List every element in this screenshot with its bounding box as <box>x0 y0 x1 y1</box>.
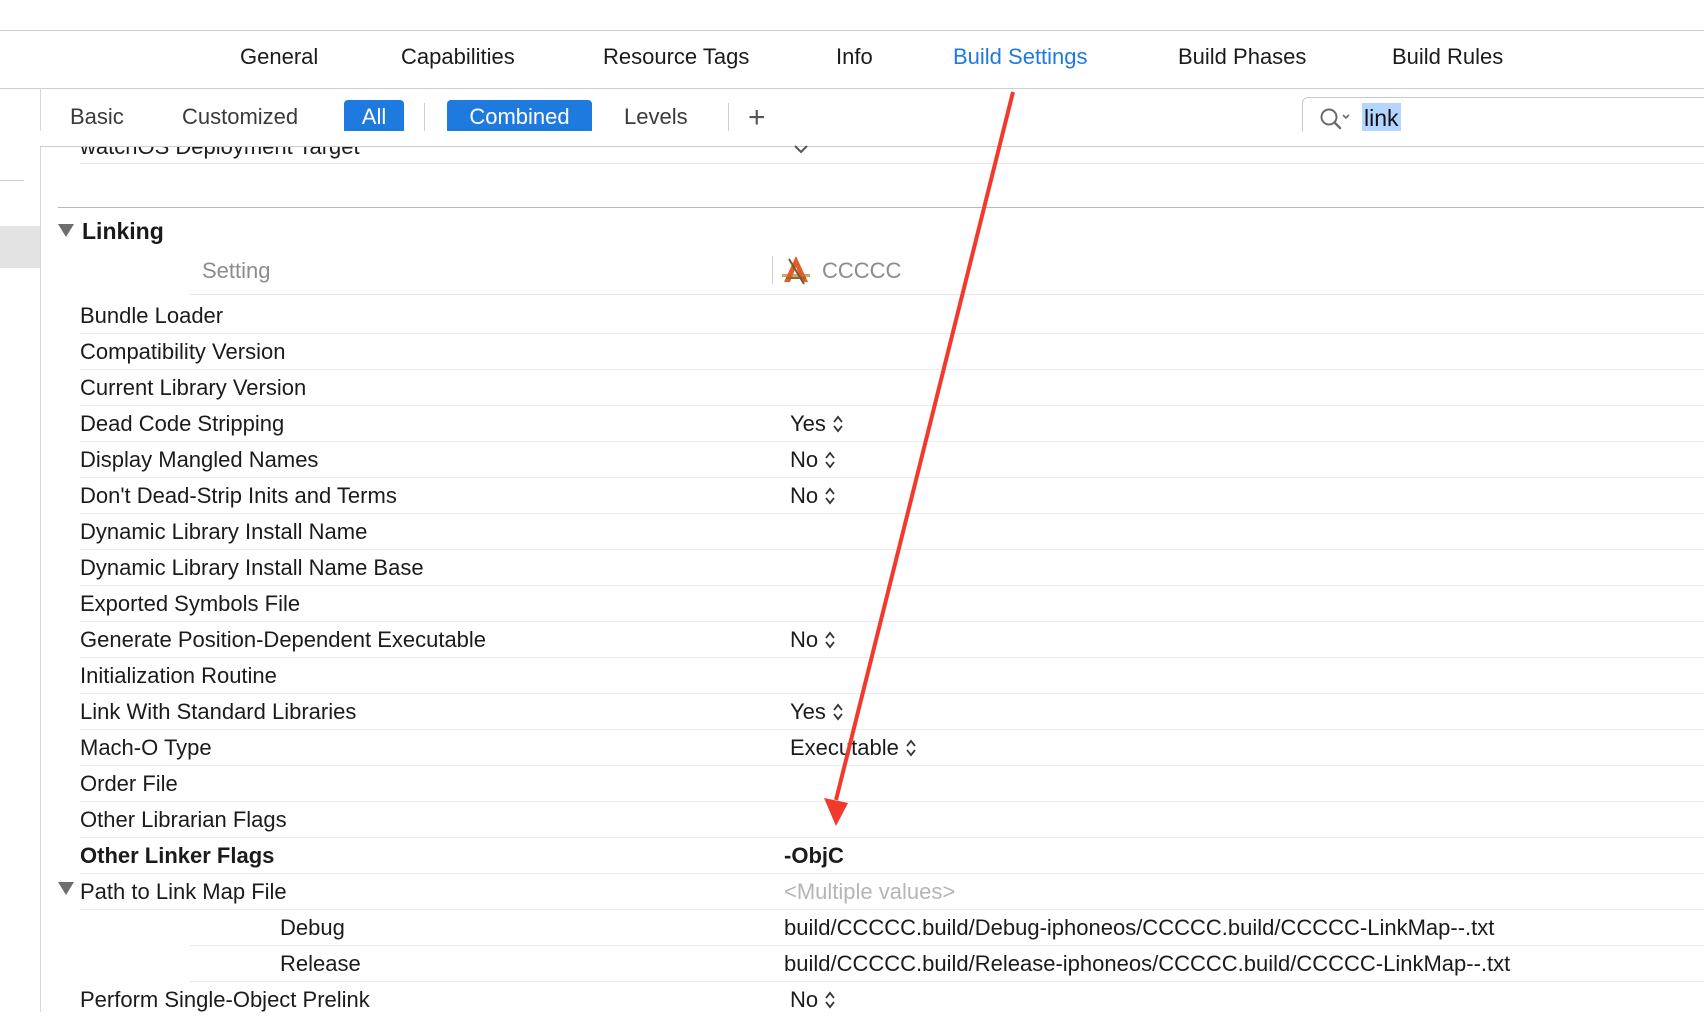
divider <box>728 103 729 133</box>
stepper-icon[interactable] <box>824 450 836 470</box>
divider <box>0 180 24 181</box>
setting-name: Other Linker Flags <box>80 843 275 868</box>
setting-value[interactable]: -ObjC <box>784 843 844 869</box>
stepper-icon[interactable] <box>824 630 836 650</box>
disclosure-triangle-icon[interactable] <box>58 882 74 896</box>
tab-general[interactable]: General <box>240 44 318 70</box>
setting-row[interactable]: Compatibility Version <box>80 333 1704 370</box>
window-top-area <box>0 0 1704 30</box>
setting-name: Compatibility Version <box>80 339 286 364</box>
setting-row[interactable]: Order File <box>80 765 1704 802</box>
setting-value[interactable]: Yes <box>790 699 844 725</box>
setting-row-highlighted[interactable]: Other Linker Flags -ObjC <box>80 837 1704 874</box>
setting-value[interactable]: No <box>790 483 836 509</box>
section-divider <box>58 207 1704 208</box>
stepper-icon[interactable] <box>832 702 844 722</box>
divider <box>190 294 1704 295</box>
tab-build-phases[interactable]: Build Phases <box>1178 44 1306 70</box>
setting-row[interactable]: Current Library Version <box>80 369 1704 406</box>
column-header-target: CCCCC <box>822 258 902 283</box>
tab-build-settings[interactable]: Build Settings <box>953 44 1088 70</box>
filter-combined-button[interactable]: Combined <box>447 100 592 134</box>
divider <box>40 146 1704 147</box>
setting-name: Bundle Loader <box>80 303 224 328</box>
tab-info[interactable]: Info <box>836 44 873 70</box>
setting-row[interactable]: Link With Standard Libraries Yes <box>80 693 1704 730</box>
app-target-icon <box>782 256 810 285</box>
setting-value[interactable]: build/CCCCC.build/Release-iphoneos/CCCCC… <box>784 951 1510 977</box>
setting-value[interactable]: Yes <box>790 411 844 437</box>
setting-name: Dynamic Library Install Name Base <box>80 555 424 580</box>
tab-build-rules[interactable]: Build Rules <box>1392 44 1503 70</box>
setting-name: Exported Symbols File <box>80 591 301 616</box>
setting-name: Other Librarian Flags <box>80 807 287 832</box>
setting-row[interactable]: Dynamic Library Install Name <box>80 513 1704 550</box>
setting-value[interactable]: <Multiple values> <box>784 879 955 905</box>
value-text: Executable <box>790 735 899 760</box>
value-text: No <box>790 987 819 1012</box>
stepper-icon[interactable] <box>824 990 836 1010</box>
setting-name: Generate Position-Dependent Executable <box>80 627 487 652</box>
value-text: No <box>790 483 819 508</box>
scroll-clip <box>0 131 1704 147</box>
setting-subrow[interactable]: Release build/CCCCC.build/Release-iphone… <box>190 945 1704 982</box>
filter-customized-button[interactable]: Customized <box>182 100 298 134</box>
setting-row[interactable]: Other Librarian Flags <box>80 801 1704 838</box>
setting-name: Dynamic Library Install Name <box>80 519 368 544</box>
divider <box>0 88 1704 89</box>
setting-row[interactable]: Don't Dead-Strip Inits and Terms No <box>80 477 1704 514</box>
filter-all-button[interactable]: All <box>344 100 404 134</box>
setting-row[interactable]: Initialization Routine <box>80 657 1704 694</box>
setting-row[interactable]: Bundle Loader <box>80 297 1704 334</box>
setting-row[interactable]: Generate Position-Dependent Executable N… <box>80 621 1704 658</box>
setting-row[interactable]: Path to Link Map File <Multiple values> <box>80 873 1704 910</box>
setting-value[interactable]: build/CCCCC.build/Debug-iphoneos/CCCCC.b… <box>784 915 1494 941</box>
setting-value[interactable]: Executable <box>790 735 917 761</box>
setting-name: Mach-O Type <box>80 735 212 760</box>
search-input[interactable]: link <box>1362 103 1401 133</box>
setting-value[interactable]: No <box>790 447 836 473</box>
setting-name: Path to Link Map File <box>80 879 287 904</box>
setting-value[interactable]: No <box>790 627 836 653</box>
filter-basic-button[interactable]: Basic <box>70 100 124 134</box>
sidebar-selected-target[interactable] <box>0 226 40 268</box>
value-text: Yes <box>790 411 826 436</box>
setting-row[interactable]: Dynamic Library Install Name Base <box>80 549 1704 586</box>
section-title: Linking <box>82 218 164 244</box>
setting-name: Link With Standard Libraries <box>80 699 357 724</box>
configuration-name: Debug <box>280 915 345 940</box>
setting-row[interactable]: Exported Symbols File <box>80 585 1704 622</box>
value-text: No <box>790 447 819 472</box>
stepper-icon[interactable] <box>824 486 836 506</box>
stepper-icon[interactable] <box>832 414 844 434</box>
setting-name: Don't Dead-Strip Inits and Terms <box>80 483 397 508</box>
divider <box>80 163 1704 164</box>
divider <box>0 30 1704 31</box>
setting-name: Dead Code Stripping <box>80 411 285 436</box>
tab-resource-tags[interactable]: Resource Tags <box>603 44 749 70</box>
setting-name: Perform Single-Object Prelink <box>80 987 370 1012</box>
setting-name: Display Mangled Names <box>80 447 319 472</box>
value-text: Yes <box>790 699 826 724</box>
divider <box>424 103 425 133</box>
column-separator <box>772 256 773 284</box>
value-text: No <box>790 627 819 652</box>
stepper-icon[interactable] <box>905 738 917 758</box>
tab-capabilities[interactable]: Capabilities <box>401 44 515 70</box>
disclosure-triangle-icon[interactable] <box>58 224 74 238</box>
setting-name: Order File <box>80 771 178 796</box>
search-icon[interactable] <box>1318 106 1352 130</box>
setting-row[interactable]: Display Mangled Names No <box>80 441 1704 478</box>
chevron-down-icon[interactable] <box>792 142 810 156</box>
configuration-name: Release <box>280 951 361 976</box>
setting-row[interactable]: Mach-O Type Executable <box>80 729 1704 766</box>
setting-name: Current Library Version <box>80 375 307 400</box>
column-header-setting: Setting <box>202 258 271 283</box>
filter-levels-button[interactable]: Levels <box>624 100 688 134</box>
setting-row[interactable]: Dead Code Stripping Yes <box>80 405 1704 442</box>
setting-name: Initialization Routine <box>80 663 277 688</box>
setting-value[interactable]: No <box>790 987 836 1013</box>
setting-subrow[interactable]: Debug build/CCCCC.build/Debug-iphoneos/C… <box>190 909 1704 946</box>
